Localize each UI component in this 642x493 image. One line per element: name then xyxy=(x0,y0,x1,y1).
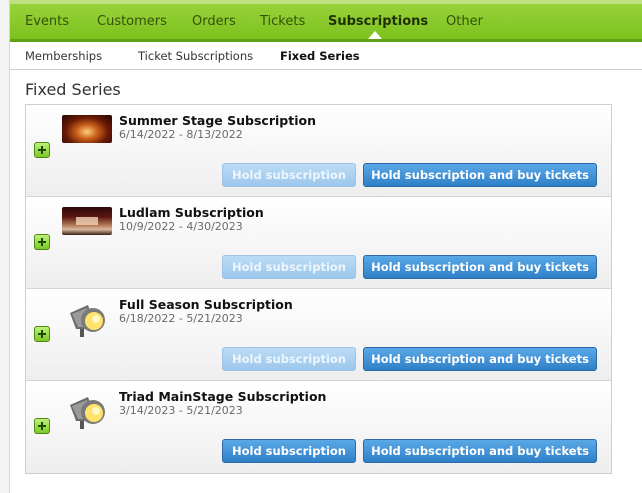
subscription-name: Summer Stage Subscription xyxy=(119,113,316,128)
expand-plus-icon[interactable] xyxy=(34,326,50,342)
expand-plus-icon[interactable] xyxy=(34,234,50,250)
subscription-row: Ludlam Subscription 10/9/2022 - 4/30/202… xyxy=(26,197,611,289)
hold-subscription-button[interactable]: Hold subscription xyxy=(222,255,356,279)
subscription-row: Triad MainStage Subscription 3/14/2023 -… xyxy=(26,381,611,473)
active-tab-caret xyxy=(368,31,382,39)
hold-subscription-button[interactable]: Hold subscription xyxy=(222,163,356,187)
hold-and-buy-button[interactable]: Hold subscription and buy tickets xyxy=(363,163,597,187)
hold-and-buy-button[interactable]: Hold subscription and buy tickets xyxy=(363,347,597,371)
hold-subscription-button[interactable]: Hold subscription xyxy=(222,439,356,463)
hold-and-buy-button[interactable]: Hold subscription and buy tickets xyxy=(363,255,597,279)
hold-subscription-button[interactable]: Hold subscription xyxy=(222,347,356,371)
page-title: Fixed Series xyxy=(25,80,121,99)
theater-photo xyxy=(62,115,112,143)
expand-plus-icon[interactable] xyxy=(34,418,50,434)
subscription-name: Full Season Subscription xyxy=(119,297,293,312)
hold-and-buy-button[interactable]: Hold subscription and buy tickets xyxy=(363,439,597,463)
top-nav-bar: Events Customers Orders Tickets Subscrip… xyxy=(10,0,642,42)
subscription-row: Summer Stage Subscription 6/14/2022 - 8/… xyxy=(26,105,611,197)
nav-events[interactable]: Events xyxy=(25,14,69,29)
subscription-dates: 6/18/2022 - 5/21/2023 xyxy=(119,312,243,325)
spotlight-icon xyxy=(70,305,105,337)
app-shell: Events Customers Orders Tickets Subscrip… xyxy=(10,0,642,493)
subnav-ticket-subscriptions[interactable]: Ticket Subscriptions xyxy=(138,49,253,63)
expand-plus-icon[interactable] xyxy=(34,142,50,158)
sub-nav: Memberships Ticket Subscriptions Fixed S… xyxy=(10,42,642,70)
spotlight-icon xyxy=(70,397,105,429)
subscription-name: Ludlam Subscription xyxy=(119,205,264,220)
nav-tickets[interactable]: Tickets xyxy=(260,14,305,29)
nav-customers[interactable]: Customers xyxy=(97,14,167,29)
stage-photo xyxy=(62,207,112,235)
left-border xyxy=(0,0,10,493)
nav-orders[interactable]: Orders xyxy=(192,14,236,29)
subscription-dates: 10/9/2022 - 4/30/2023 xyxy=(119,220,243,233)
subscription-row: Full Season Subscription 6/18/2022 - 5/2… xyxy=(26,289,611,381)
subnav-memberships[interactable]: Memberships xyxy=(25,49,102,63)
subscription-name: Triad MainStage Subscription xyxy=(119,389,327,404)
subnav-fixed-series[interactable]: Fixed Series xyxy=(280,49,360,63)
subscription-dates: 3/14/2023 - 5/21/2023 xyxy=(119,404,243,417)
subscription-dates: 6/14/2022 - 8/13/2022 xyxy=(119,128,243,141)
nav-subscriptions[interactable]: Subscriptions xyxy=(328,14,428,29)
subscription-list: Summer Stage Subscription 6/14/2022 - 8/… xyxy=(25,104,612,474)
nav-shine xyxy=(10,0,642,4)
nav-other[interactable]: Other xyxy=(446,14,483,29)
